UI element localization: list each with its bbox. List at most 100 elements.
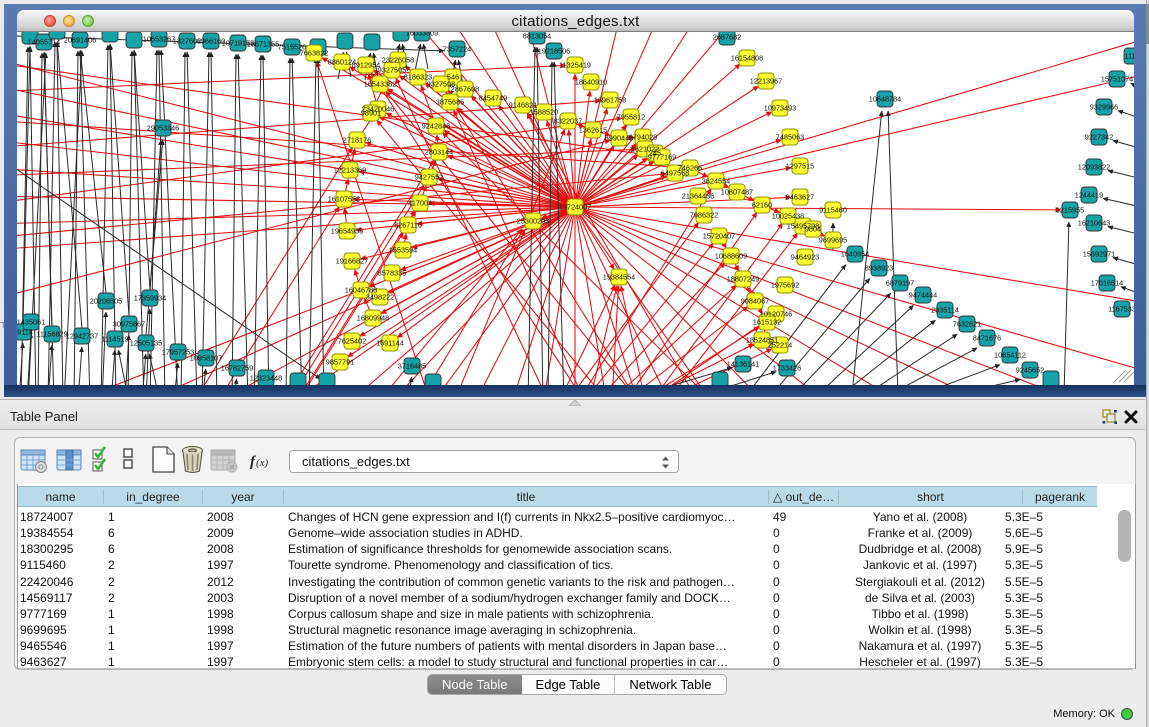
svg-text:7357224: 7357224: [443, 45, 471, 54]
svg-text:7955812: 7955812: [617, 113, 645, 122]
svg-text:7625402: 7625402: [338, 337, 366, 346]
svg-text:9804: 9804: [805, 225, 821, 234]
svg-text:16809948: 16809948: [357, 314, 389, 323]
svg-text:2867608: 2867608: [451, 85, 479, 94]
svg-text:10025438: 10025438: [772, 212, 804, 221]
svg-text:10807487: 10807487: [721, 188, 753, 197]
svg-text:9474444: 9474444: [909, 291, 937, 300]
svg-text:30975867: 30975867: [113, 320, 145, 329]
svg-text:10958107: 10958107: [190, 354, 222, 363]
svg-text:16210643: 16210643: [1078, 219, 1110, 228]
svg-text:15692971: 15692971: [1083, 250, 1115, 259]
svg-text:1362615: 1362615: [579, 126, 607, 135]
svg-text:9857791: 9857791: [326, 358, 354, 367]
svg-text:1297515: 1297515: [786, 162, 814, 171]
svg-text:16107553: 16107553: [328, 195, 360, 204]
svg-text:12213369: 12213369: [334, 166, 366, 175]
svg-text:9699695: 9699695: [819, 236, 847, 245]
svg-text:3215955: 3215955: [1056, 206, 1084, 215]
svg-text:1615132: 1615132: [753, 318, 781, 327]
svg-text:10688609: 10688609: [715, 252, 747, 261]
svg-text:15751074: 15751074: [1101, 75, 1133, 84]
svg-text:18807249: 18807249: [727, 275, 759, 284]
svg-text:39114: 39114: [17, 328, 33, 337]
svg-text:2935114: 2935114: [931, 306, 959, 315]
svg-text:19384554: 19384554: [603, 273, 635, 282]
svg-text:16671355: 16671355: [247, 40, 279, 49]
svg-text:12093822: 12093822: [1078, 163, 1110, 172]
svg-text:8578335: 8578335: [378, 269, 406, 278]
svg-text:8322037: 8322037: [554, 117, 582, 126]
svg-text:17359934: 17359934: [134, 294, 166, 303]
svg-text:3875685: 3875685: [436, 98, 464, 107]
svg-text:9084067: 9084067: [741, 297, 769, 306]
svg-text:9427552: 9427552: [415, 173, 443, 182]
svg-text:1167533: 1167533: [1108, 305, 1134, 314]
svg-text:10653267: 10653267: [143, 35, 175, 44]
svg-text:7663822: 7663822: [300, 49, 328, 58]
svg-text:16782759: 16782759: [221, 364, 253, 373]
svg-text:12213967: 12213967: [750, 77, 782, 86]
svg-text:3716485: 3716485: [398, 362, 426, 371]
svg-text:9464923: 9464923: [791, 253, 819, 262]
svg-text:11156829: 11156829: [36, 330, 67, 339]
svg-text:19724007: 19724007: [559, 203, 591, 212]
svg-text:16154808: 16154808: [731, 54, 763, 63]
svg-text:9327505: 9327505: [378, 66, 406, 75]
svg-text:19218506: 19218506: [538, 47, 570, 56]
svg-text:18640910: 18640910: [575, 78, 607, 87]
svg-text:29053346: 29053346: [147, 124, 179, 133]
svg-text:19166827: 19166827: [336, 257, 368, 266]
svg-text:1588520: 1588520: [530, 108, 558, 117]
svg-text:19654935: 19654935: [331, 227, 363, 236]
svg-text:20691406: 20691406: [64, 36, 96, 45]
svg-text:25300203: 25300203: [517, 217, 549, 226]
svg-text:1691144: 1691144: [376, 339, 404, 348]
svg-text:7632621: 7632621: [953, 320, 981, 329]
svg-text:21364436: 21364436: [682, 192, 714, 201]
svg-text:2687682: 2687682: [713, 33, 741, 42]
svg-text:17016514: 17016514: [1091, 279, 1123, 288]
svg-text:2718176: 2718176: [343, 136, 371, 145]
svg-text:98901: 98901: [361, 109, 381, 118]
svg-text:(x): (x): [256, 457, 269, 469]
svg-text:6794028: 6794028: [629, 133, 657, 142]
svg-text:11325419: 11325419: [559, 61, 591, 70]
svg-text:14055714: 14055714: [28, 38, 60, 47]
svg-text:12942737: 12942737: [66, 332, 98, 341]
svg-text:1733426: 1733426: [773, 364, 801, 373]
svg-text:9227342: 9227342: [1085, 133, 1113, 142]
svg-text:2803144: 2803144: [425, 148, 453, 157]
svg-text:20206505: 20206505: [90, 297, 122, 306]
svg-text:9463627: 9463627: [786, 193, 814, 202]
svg-text:8813054: 8813054: [523, 32, 551, 41]
svg-text:252214: 252214: [768, 341, 792, 350]
svg-text:8454749: 8454749: [479, 94, 507, 103]
svg-text:7485063: 7485063: [776, 133, 804, 142]
svg-text:62160: 62160: [752, 201, 772, 210]
svg-text:10654112: 10654112: [994, 351, 1026, 360]
svg-text:12323448: 12323448: [250, 374, 282, 383]
svg-text:1975692: 1975692: [771, 281, 799, 290]
svg-text:8912954: 8912954: [352, 61, 380, 70]
svg-text:1553594: 1553594: [389, 246, 417, 255]
svg-text:16961758: 16961758: [594, 96, 626, 105]
svg-text:14136141: 14136141: [727, 360, 759, 369]
svg-text:16033809: 16033809: [406, 32, 438, 38]
svg-text:10973493: 10973493: [764, 104, 796, 113]
svg-text:1117: 1117: [1124, 52, 1134, 61]
svg-text:3624554: 3624554: [702, 177, 730, 186]
svg-text:8938923: 8938923: [865, 264, 893, 273]
svg-text:9242848: 9242848: [422, 122, 450, 131]
svg-text:7986322: 7986322: [690, 211, 718, 220]
svg-text:6879197: 6879197: [886, 279, 914, 288]
svg-text:3498222: 3498222: [366, 293, 394, 302]
svg-text:12505135: 12505135: [130, 339, 162, 348]
svg-text:8267110: 8267110: [394, 221, 422, 230]
svg-text:9245652: 9245652: [1016, 366, 1044, 375]
svg-text:16543382: 16543382: [364, 80, 396, 89]
svg-text:1114519: 1114519: [101, 335, 128, 344]
svg-text:10648784: 10648784: [869, 95, 901, 104]
svg-text:23226058: 23226058: [382, 56, 414, 65]
svg-text:746266: 746266: [678, 164, 702, 173]
